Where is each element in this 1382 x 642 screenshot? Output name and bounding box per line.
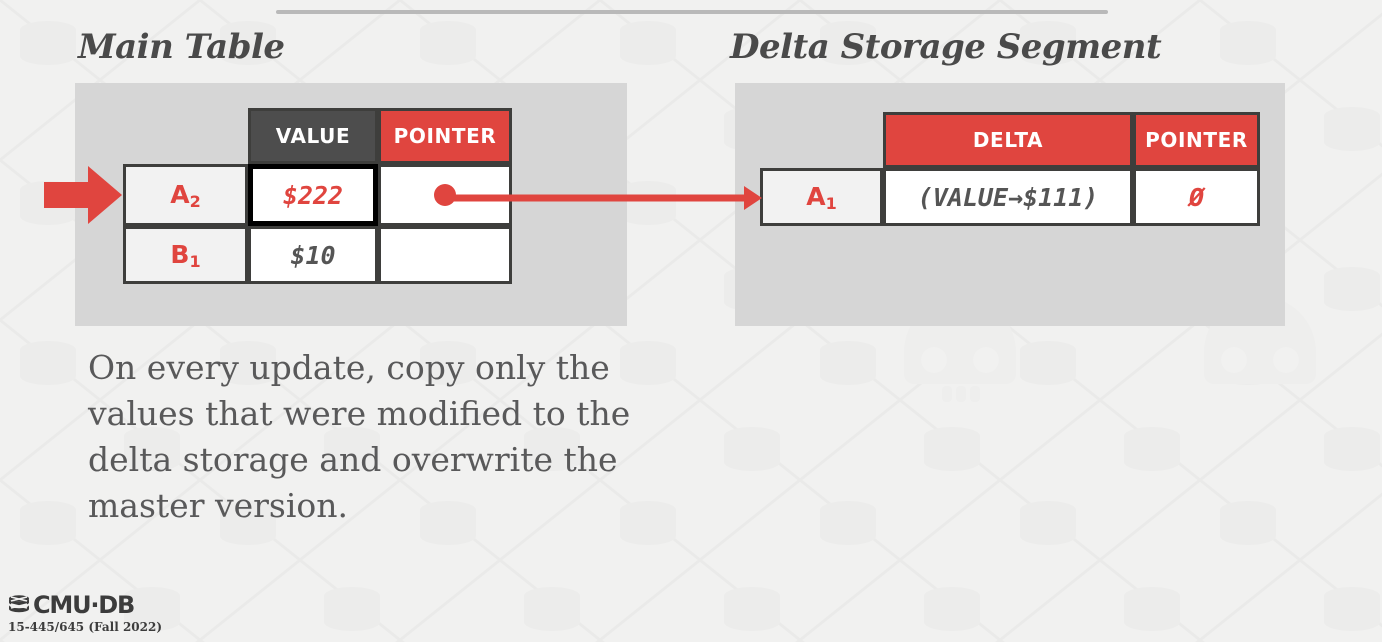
cmu-db-logo: CMU·DB: [8, 593, 162, 617]
main-row-1-key-version: 1: [189, 251, 201, 271]
delta-row-0-key: A1: [760, 168, 883, 226]
delta-table-header-row: DELTA POINTER: [760, 112, 1260, 168]
main-header-key: [123, 108, 248, 164]
delta-row-0-key-text: A: [806, 181, 826, 211]
table-row[interactable]: B1 $10: [123, 226, 512, 284]
delta-header-key: [760, 112, 883, 168]
database-stack-icon: [9, 595, 29, 615]
cmu-db-wordmark: CMU·DB: [33, 591, 135, 619]
main-header-value: VALUE: [248, 108, 378, 164]
main-row-1-pointer[interactable]: [378, 226, 512, 284]
delta-header-delta: DELTA: [883, 112, 1133, 168]
main-row-1-key-text: B: [170, 239, 190, 269]
main-row-1-value[interactable]: $10: [248, 226, 378, 284]
main-table-header-row: VALUE POINTER: [123, 108, 512, 164]
header-divider-rule: [276, 10, 1108, 14]
main-header-pointer: POINTER: [378, 108, 512, 164]
footer: CMU·DB 15-445/645 (Fall 2022): [8, 593, 162, 634]
delta-header-pointer: POINTER: [1133, 112, 1260, 168]
table-row[interactable]: A1 (VALUE→$111) Ø: [760, 168, 1260, 226]
main-row-1-key: B1: [123, 226, 248, 284]
main-row-0-key: A2: [123, 164, 248, 226]
main-row-0-value[interactable]: $222: [248, 164, 378, 226]
pointer-connector-arrow-icon: [444, 186, 762, 210]
delta-row-0-pointer[interactable]: Ø: [1133, 168, 1260, 226]
explanatory-text: On every update, copy only the values th…: [88, 348, 631, 525]
delta-row-0-key-version: 1: [825, 193, 837, 213]
course-label: 15-445/645 (Fall 2022): [8, 620, 163, 634]
delta-row-0-delta[interactable]: (VALUE→$111): [883, 168, 1133, 226]
delta-table-title: Delta Storage Segment: [730, 27, 1162, 67]
main-row-0-key-version: 2: [189, 191, 201, 211]
main-row-0-key-text: A: [170, 179, 190, 209]
incoming-update-arrow-icon: [44, 166, 122, 224]
delta-table: DELTA POINTER A1 (VALUE→$111) Ø: [760, 112, 1260, 226]
main-table-title: Main Table: [78, 27, 285, 67]
